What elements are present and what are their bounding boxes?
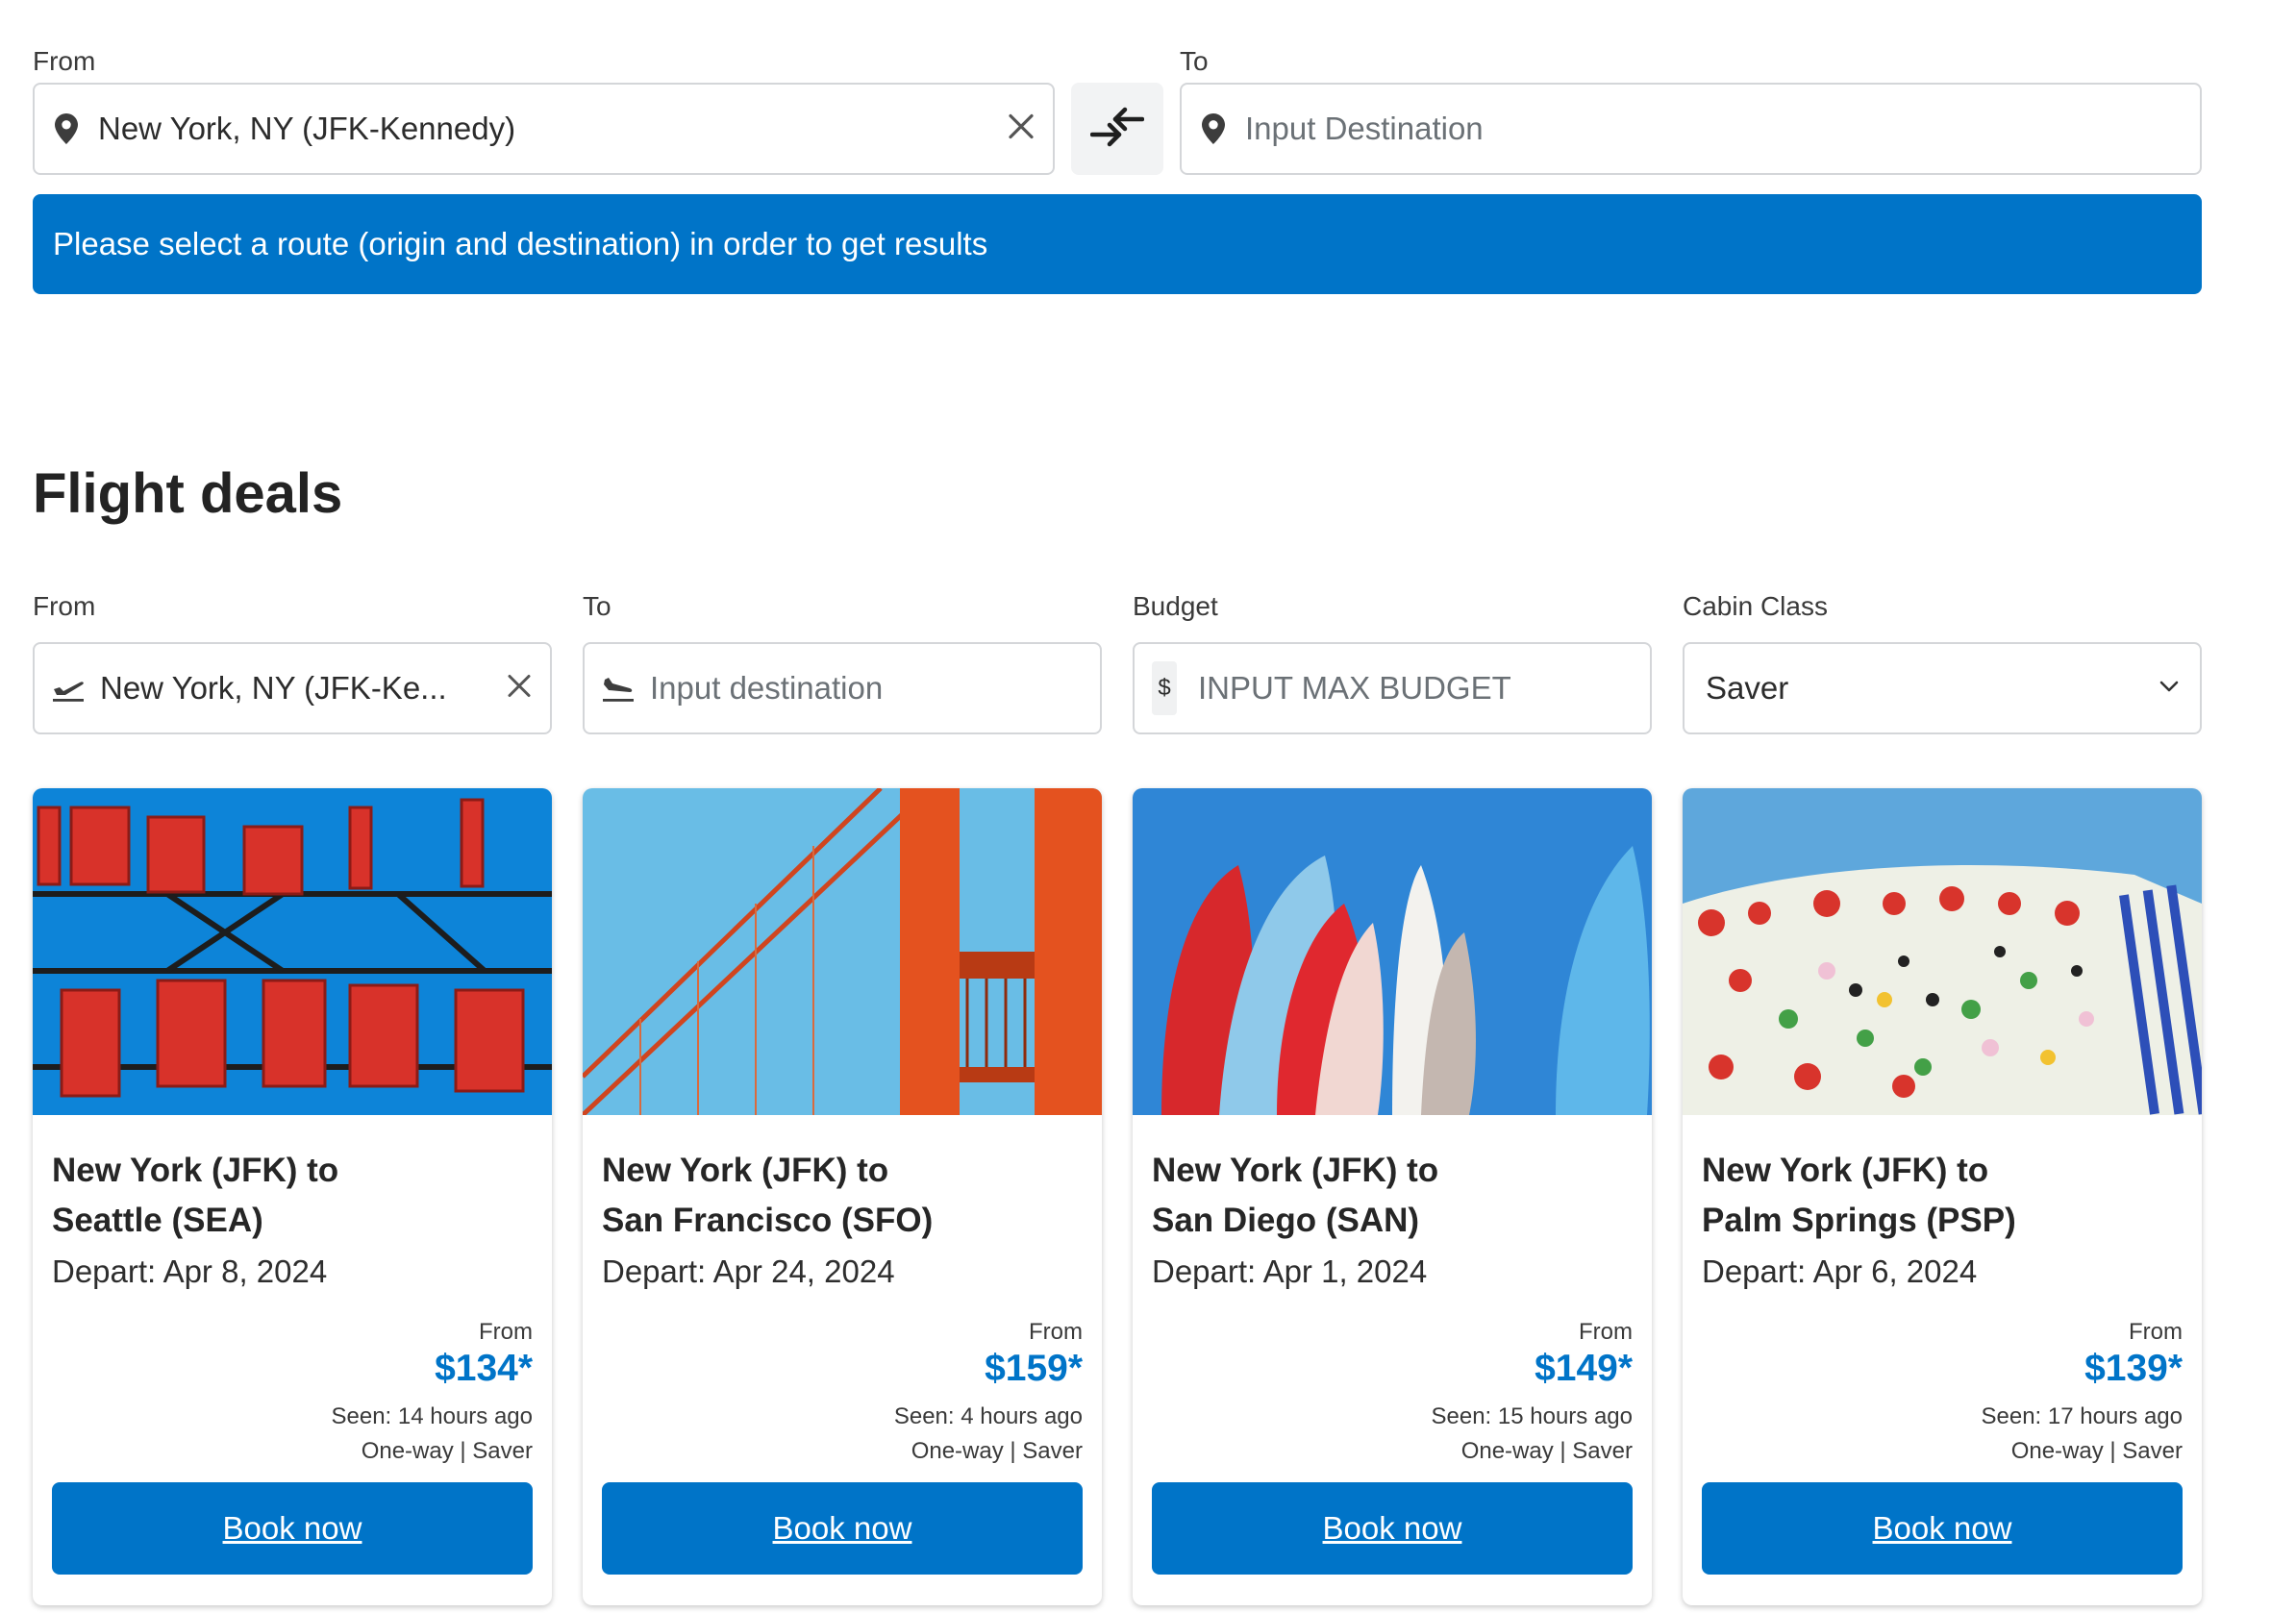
fare-type: One-way | Saver bbox=[2010, 1438, 2183, 1464]
to-label: To bbox=[1180, 46, 1209, 76]
route-origin-line: New York (JFK) to bbox=[1152, 1152, 1439, 1189]
deals-from-label: From bbox=[33, 591, 96, 621]
deal-route: New York (JFK) to Seattle (SEA) bbox=[52, 1146, 533, 1246]
depart-date: Depart: Apr 8, 2024 bbox=[52, 1253, 328, 1289]
deal-route: New York (JFK) to San Diego (SAN) bbox=[1152, 1146, 1633, 1246]
currency-badge: $ bbox=[1152, 661, 1177, 715]
deal-route: New York (JFK) to San Francisco (SFO) bbox=[602, 1146, 1083, 1246]
seen-time: Seen: 17 hours ago bbox=[1981, 1403, 2184, 1429]
deal-price: $139* bbox=[2084, 1348, 2183, 1389]
plane-takeoff-icon bbox=[50, 674, 87, 703]
book-now-button[interactable]: Book now bbox=[602, 1482, 1083, 1575]
deals-destination-placeholder: Input destination bbox=[650, 670, 884, 706]
route-origin-line: New York (JFK) to bbox=[1702, 1152, 1989, 1189]
clear-deals-origin-icon[interactable] bbox=[508, 675, 531, 703]
destination-field[interactable]: Input Destination bbox=[1180, 83, 2202, 175]
deal-card-seattle[interactable]: New York (JFK) to Seattle (SEA) Depart: … bbox=[33, 788, 552, 1605]
budget-field[interactable]: $ INPUT MAX BUDGET bbox=[1133, 642, 1652, 734]
surfboards-image bbox=[1133, 788, 1652, 1115]
golden-gate-bridge-image bbox=[583, 788, 1102, 1115]
route-origin-line: New York (JFK) to bbox=[52, 1152, 339, 1189]
deal-price: $149* bbox=[1535, 1348, 1633, 1389]
location-pin-icon bbox=[52, 113, 81, 144]
fare-type: One-way | Saver bbox=[1460, 1438, 1633, 1464]
price-from-label: From bbox=[1029, 1319, 1083, 1345]
deals-destination-field[interactable]: Input destination bbox=[583, 642, 1102, 734]
deal-card-san-francisco[interactable]: New York (JFK) to San Francisco (SFO) De… bbox=[583, 788, 1102, 1605]
clear-origin-icon[interactable] bbox=[1009, 113, 1034, 144]
cabin-class-value: Saver bbox=[1706, 670, 1789, 706]
plane-landing-icon bbox=[600, 674, 636, 703]
price-from-label: From bbox=[479, 1319, 533, 1345]
fare-type: One-way | Saver bbox=[911, 1438, 1083, 1464]
depart-date: Depart: Apr 24, 2024 bbox=[602, 1253, 895, 1289]
depart-date: Depart: Apr 6, 2024 bbox=[1702, 1253, 1978, 1289]
fare-type: One-way | Saver bbox=[361, 1438, 533, 1464]
swap-route-button[interactable] bbox=[1071, 83, 1163, 175]
book-now-button[interactable]: Book now bbox=[1702, 1482, 2183, 1575]
chevron-down-icon bbox=[2159, 680, 2179, 697]
route-origin-line: New York (JFK) to bbox=[602, 1152, 889, 1189]
painted-mountain-image bbox=[1683, 788, 2202, 1115]
location-pin-icon bbox=[1199, 113, 1228, 144]
flight-deals-title: Flight deals bbox=[33, 462, 343, 525]
price-from-label: From bbox=[2129, 1319, 2183, 1345]
deals-origin-field[interactable]: New York, NY (JFK-Ke... bbox=[33, 642, 552, 734]
cabin-class-label: Cabin Class bbox=[1683, 591, 1828, 621]
book-now-button[interactable]: Book now bbox=[1152, 1482, 1633, 1575]
swap-arrows-icon bbox=[1089, 106, 1145, 153]
route-destination-line: Palm Springs (PSP) bbox=[1702, 1202, 2016, 1239]
cabin-class-select[interactable]: Saver bbox=[1683, 642, 2202, 734]
book-now-button[interactable]: Book now bbox=[52, 1482, 533, 1575]
seattle-market-sign-image bbox=[33, 788, 552, 1115]
deal-card-san-diego[interactable]: New York (JFK) to San Diego (SAN) Depart… bbox=[1133, 788, 1652, 1605]
origin-field[interactable]: New York, NY (JFK-Kennedy) bbox=[33, 83, 1055, 175]
deal-route: New York (JFK) to Palm Springs (PSP) bbox=[1702, 1146, 2183, 1246]
origin-value: New York, NY (JFK-Kennedy) bbox=[98, 111, 516, 146]
deals-to-label: To bbox=[583, 591, 611, 621]
route-required-banner: Please select a route (origin and destin… bbox=[33, 194, 2202, 294]
depart-date: Depart: Apr 1, 2024 bbox=[1152, 1253, 1428, 1289]
route-destination-line: San Diego (SAN) bbox=[1152, 1202, 1420, 1239]
budget-placeholder: INPUT MAX BUDGET bbox=[1198, 670, 1511, 706]
destination-placeholder: Input Destination bbox=[1245, 111, 1484, 146]
seen-time: Seen: 14 hours ago bbox=[331, 1403, 534, 1429]
budget-label: Budget bbox=[1133, 591, 1218, 621]
route-destination-line: Seattle (SEA) bbox=[52, 1202, 263, 1239]
deal-card-palm-springs[interactable]: New York (JFK) to Palm Springs (PSP) Dep… bbox=[1683, 788, 2202, 1605]
seen-time: Seen: 4 hours ago bbox=[893, 1403, 1083, 1429]
from-label: From bbox=[33, 46, 96, 76]
seen-time: Seen: 15 hours ago bbox=[1431, 1403, 1634, 1429]
deals-origin-value: New York, NY (JFK-Ke... bbox=[100, 670, 447, 706]
deal-price: $134* bbox=[435, 1348, 533, 1389]
deal-price: $159* bbox=[985, 1348, 1083, 1389]
route-destination-line: San Francisco (SFO) bbox=[602, 1202, 934, 1239]
price-from-label: From bbox=[1579, 1319, 1633, 1345]
